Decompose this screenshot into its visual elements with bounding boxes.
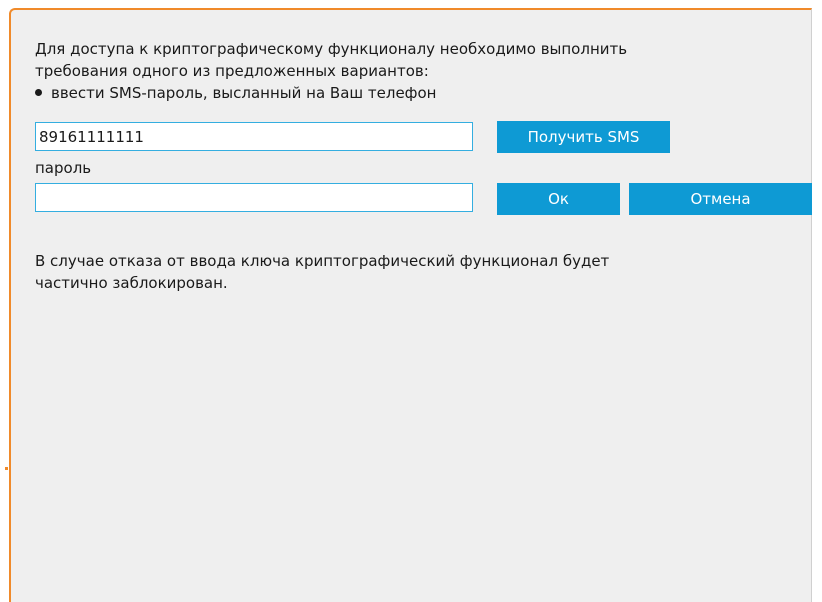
password-label: пароль (35, 159, 92, 177)
cancel-button[interactable]: Отмена (629, 183, 812, 215)
intro-text-line-2: требования одного из предложенных вариан… (35, 62, 429, 80)
sms-option-item: ввести SMS-пароль, высланный на Ваш теле… (35, 83, 437, 103)
get-sms-button[interactable]: Получить SMS (497, 121, 670, 153)
phone-number-input[interactable] (35, 122, 473, 151)
frame-edge-marker (5, 467, 8, 470)
intro-text-line-1: Для доступа к криптографическому функцио… (35, 40, 628, 58)
bullet-icon (35, 89, 42, 96)
warning-text-line-2: частично заблокирован. (35, 274, 228, 292)
password-input[interactable] (35, 183, 473, 212)
warning-text-line-1: В случае отказа от ввода ключа криптогра… (35, 252, 610, 270)
ok-button[interactable]: Ок (497, 183, 620, 215)
sms-option-label: ввести SMS-пароль, высланный на Ваш теле… (51, 84, 437, 102)
